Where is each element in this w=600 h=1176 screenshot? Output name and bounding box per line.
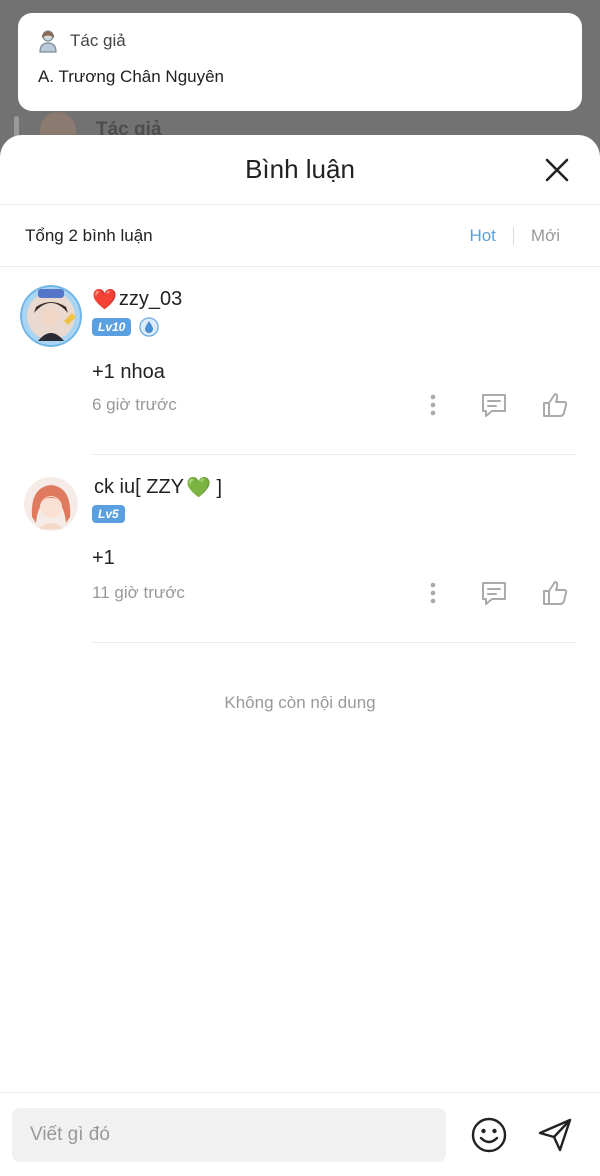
comment-item: ck iu[ ZZY 💚 ] Lv5 +1 11 giờ trước bbox=[0, 455, 600, 643]
comment-divider bbox=[92, 642, 575, 643]
author-tooltip-header: Tác giả bbox=[38, 29, 562, 53]
comment-text: +1 nhoa bbox=[92, 361, 165, 383]
comments-total: Tổng 2 bình luận bbox=[25, 225, 153, 245]
end-of-content-label: Không còn nội dung bbox=[224, 693, 376, 712]
send-button[interactable] bbox=[536, 1116, 574, 1154]
comment-meta: 11 giờ trước bbox=[92, 573, 575, 613]
sort-tab-new[interactable]: Mới bbox=[514, 226, 575, 246]
emoji-icon bbox=[471, 1117, 507, 1152]
sheet-title: Bình luận bbox=[245, 154, 355, 184]
sort-tabs: Hot Mới bbox=[452, 226, 575, 246]
avatar[interactable] bbox=[20, 285, 82, 347]
comment-actions bbox=[392, 385, 575, 425]
comment-text: +1 bbox=[92, 547, 115, 569]
comment-username-prefix: ❤️ bbox=[92, 288, 117, 311]
send-icon bbox=[538, 1118, 572, 1151]
comment-input[interactable] bbox=[12, 1107, 446, 1162]
comment-input-bar bbox=[0, 1092, 600, 1176]
comment-username-text: ck iu[ ZZY bbox=[94, 475, 185, 498]
reply-icon bbox=[482, 394, 506, 417]
like-button[interactable] bbox=[535, 385, 575, 425]
reply-button[interactable] bbox=[474, 573, 514, 613]
thumbs-up-icon bbox=[543, 581, 568, 605]
author-tooltip: Tác giả A. Trương Chân Nguyên bbox=[18, 13, 582, 111]
avatar[interactable] bbox=[24, 477, 78, 531]
comment-meta: 6 giờ trước bbox=[92, 385, 575, 425]
author-name: A. Trương Chân Nguyên bbox=[38, 67, 225, 86]
like-button[interactable] bbox=[535, 573, 575, 613]
level-badge: Lv5 bbox=[92, 505, 125, 523]
comment-username[interactable]: ❤️ zzy_03 bbox=[92, 285, 600, 313]
drop-icon bbox=[139, 317, 160, 337]
comment-time: 6 giờ trước bbox=[92, 395, 177, 414]
comment-username-text: zzy_03 bbox=[118, 287, 183, 310]
close-icon bbox=[545, 158, 569, 182]
sort-tab-hot[interactable]: Hot bbox=[452, 226, 512, 246]
comment-username-suffix: 💚 ] bbox=[186, 476, 223, 499]
emoji-button[interactable] bbox=[470, 1116, 508, 1154]
sheet-header: Bình luận bbox=[0, 135, 600, 205]
reply-button[interactable] bbox=[474, 385, 514, 425]
author-tooltip-title: Tác giả bbox=[70, 31, 126, 50]
more-options-button[interactable] bbox=[413, 573, 453, 613]
user-badges: Lv10 bbox=[92, 317, 600, 337]
comment-item: ❤️ zzy_03 Lv10 +1 nhoa 6 giờ trước bbox=[0, 267, 600, 455]
comment-actions bbox=[392, 573, 575, 613]
comment-username[interactable]: ck iu[ ZZY 💚 ] bbox=[92, 473, 600, 501]
user-badges: Lv5 bbox=[92, 505, 600, 523]
thumbs-up-icon bbox=[543, 393, 568, 417]
person-icon bbox=[38, 29, 58, 53]
comments-sheet: Bình luận Tổng 2 bình luận Hot Mới ❤️ zz… bbox=[0, 135, 600, 1176]
more-options-button[interactable] bbox=[413, 385, 453, 425]
comment-time: 11 giờ trước bbox=[92, 583, 185, 602]
level-badge: Lv10 bbox=[92, 318, 132, 336]
comments-summary-bar: Tổng 2 bình luận Hot Mới bbox=[0, 205, 600, 267]
more-vertical-icon bbox=[430, 394, 436, 416]
more-vertical-icon bbox=[430, 582, 436, 604]
close-button[interactable] bbox=[544, 157, 570, 183]
reply-icon bbox=[482, 582, 506, 605]
